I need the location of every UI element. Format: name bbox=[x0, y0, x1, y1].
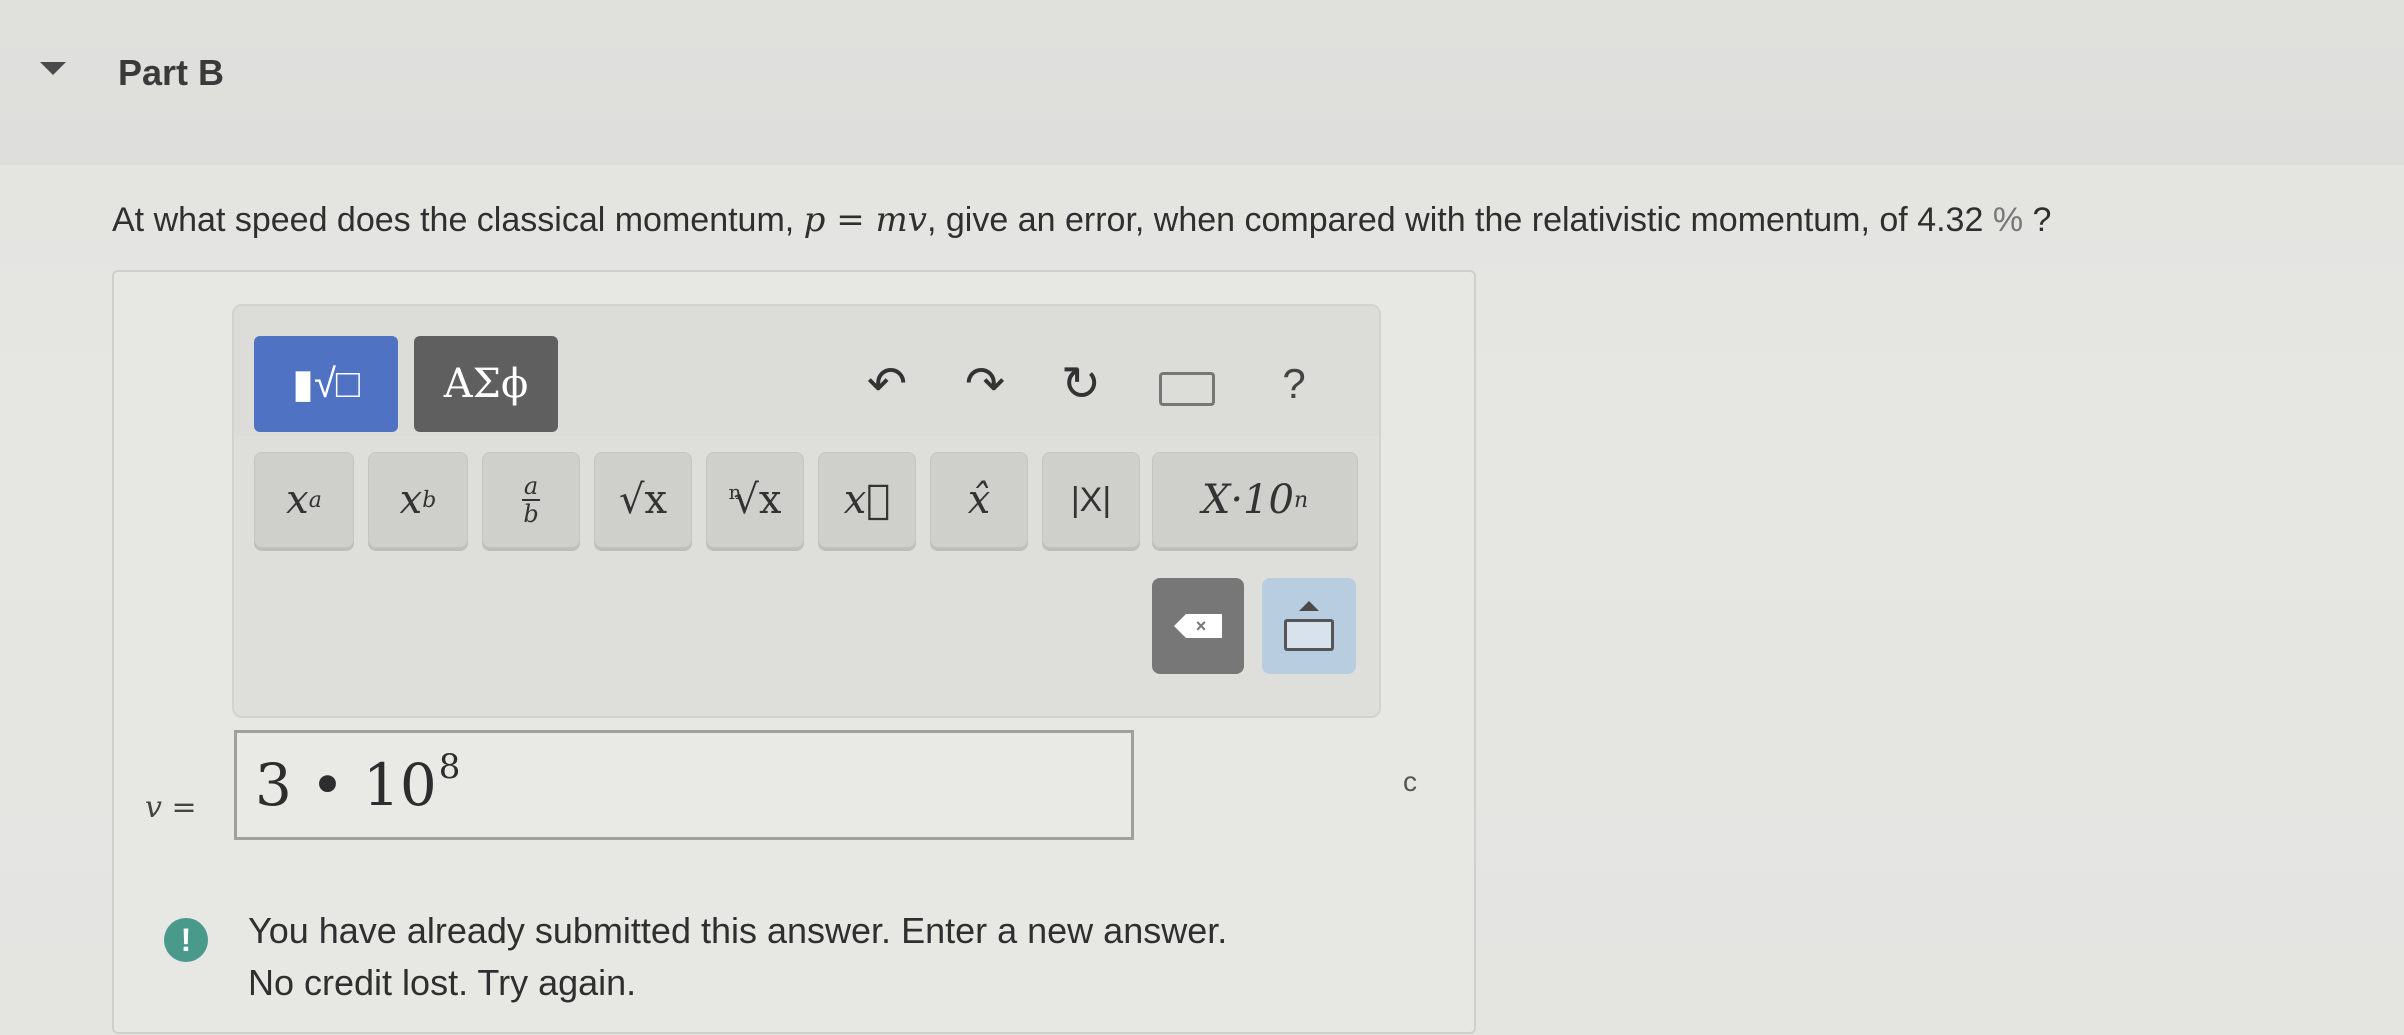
answer-unit: c bbox=[1403, 766, 1417, 797]
backspace-button[interactable]: × bbox=[1152, 578, 1244, 674]
subscript-key[interactable]: xb bbox=[368, 452, 468, 548]
collapse-arrow-icon[interactable] bbox=[40, 62, 66, 75]
scientific-notation-key[interactable]: X·10 n bbox=[1152, 452, 1358, 548]
keyboard-shortcuts-icon[interactable] bbox=[1159, 372, 1215, 406]
answer-base: 3 • 10 bbox=[255, 751, 437, 819]
undo-icon: ↶ bbox=[866, 358, 908, 411]
toggle-keyboard-button[interactable] bbox=[1262, 578, 1356, 674]
help-button[interactable]: ? bbox=[1259, 336, 1329, 432]
feedback-line-1: You have already submitted this answer. … bbox=[248, 910, 1228, 951]
tab-greek-symbols[interactable]: ΑΣϕ bbox=[414, 336, 558, 432]
tab-templates[interactable]: ▮√□ bbox=[254, 336, 398, 432]
square-root-key[interactable]: √x bbox=[594, 452, 692, 548]
reset-icon: ↻ bbox=[1060, 358, 1102, 411]
redo-button[interactable]: ↷ bbox=[950, 336, 1020, 432]
alert-icon: ! bbox=[164, 918, 208, 962]
reset-button[interactable]: ↻ bbox=[1046, 336, 1116, 432]
backspace-icon: × bbox=[1174, 614, 1222, 638]
feedback-message: You have already submitted this answer. … bbox=[248, 905, 1227, 1009]
unit-vector-key[interactable]: x̂ bbox=[930, 452, 1028, 548]
nth-root-key[interactable]: n √x bbox=[706, 452, 804, 548]
answer-input[interactable]: 3 • 10 8 bbox=[234, 730, 1134, 840]
feedback-line-2: No credit lost. Try again. bbox=[248, 962, 637, 1003]
keyboard-icon bbox=[1284, 619, 1334, 651]
question-text: At what speed does the classical momentu… bbox=[112, 200, 2052, 240]
answer-exponent: 8 bbox=[438, 747, 461, 787]
error-value: 4.32 bbox=[1917, 201, 1984, 239]
greek-symbols-icon: ΑΣϕ bbox=[443, 361, 529, 407]
superscript-key[interactable]: xa bbox=[254, 452, 354, 548]
help-icon: ? bbox=[1282, 360, 1306, 407]
vector-key[interactable]: x⃗ bbox=[818, 452, 916, 548]
percent-unit: % bbox=[1992, 201, 2024, 239]
part-title: Part B bbox=[118, 52, 225, 93]
momentum-formula: p = mv bbox=[803, 200, 927, 240]
part-header bbox=[0, 0, 2404, 165]
templates-icon: ▮√□ bbox=[291, 362, 361, 406]
editor-toolbar bbox=[234, 306, 1379, 436]
variable-label: v = bbox=[145, 790, 197, 825]
math-editor: ▮√□ ΑΣϕ ↶ ↷ ↻ ? xa xb a b √x n √x x⃗ x̂ |… bbox=[232, 304, 1381, 718]
fraction-key[interactable]: a b bbox=[482, 452, 580, 548]
undo-button[interactable]: ↶ bbox=[852, 336, 922, 432]
redo-icon: ↷ bbox=[964, 358, 1006, 411]
chevron-up-icon bbox=[1299, 601, 1319, 611]
absolute-value-key[interactable]: |X| bbox=[1042, 452, 1140, 548]
